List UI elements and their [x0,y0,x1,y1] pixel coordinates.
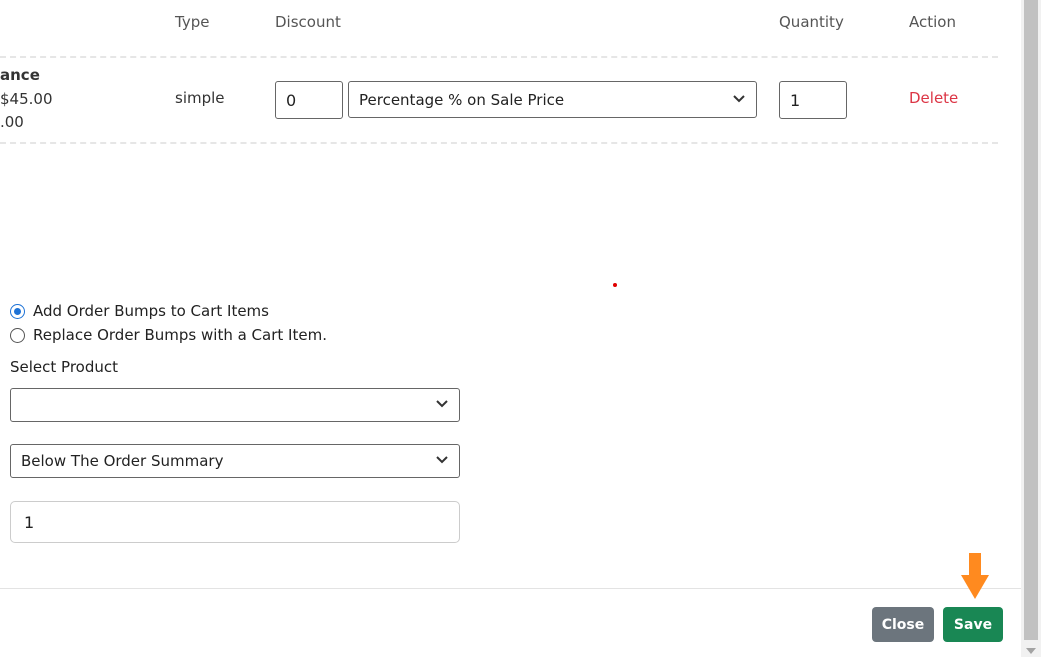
quantity-text: 1 [790,90,801,110]
select-product-label: Select Product [10,358,118,376]
radio-label-replace: Replace Order Bumps with a Cart Item. [33,326,327,344]
product-type: simple [175,89,225,107]
count-input-value: 1 [24,512,35,532]
radio-replace-order-bumps[interactable]: Replace Order Bumps with a Cart Item. [10,326,327,344]
vertical-scrollbar[interactable] [1021,0,1041,657]
position-select[interactable]: Below The Order Summary [10,444,460,478]
chevron-down-icon [436,456,448,464]
product-price: $45.00 [0,90,53,108]
scrollbar-thumb[interactable] [1024,0,1038,640]
scroll-down-icon[interactable] [1026,648,1036,654]
delete-link[interactable]: Delete [909,89,958,107]
chevron-down-icon [436,400,448,408]
product-price-secondary: .00 [0,113,24,131]
position-select-value: Below The Order Summary [21,452,224,470]
save-button[interactable]: Save [943,607,1003,642]
radio-add-order-bumps[interactable]: Add Order Bumps to Cart Items [10,302,269,320]
quantity-input[interactable]: 1 [779,81,847,119]
discount-value-input[interactable]: 0 [275,81,343,119]
header-action: Action [909,13,956,31]
radio-button-unchecked[interactable] [10,327,25,343]
count-input[interactable]: 1 [10,501,460,543]
discount-type-text: Percentage % on Sale Price [359,90,565,109]
select-product-dropdown[interactable] [10,388,460,422]
footer-divider [0,588,1021,589]
header-divider [0,56,998,58]
header-discount: Discount [275,13,341,31]
close-button[interactable]: Close [872,607,934,642]
radio-button-checked[interactable] [10,303,25,319]
discount-type-select[interactable]: Percentage % on Sale Price [348,81,757,118]
header-type: Type [175,13,210,31]
arrow-down-icon [961,553,989,599]
product-name: ance [0,66,40,84]
chevron-down-icon [733,94,745,102]
header-quantity: Quantity [779,13,844,31]
discount-value-text: 0 [286,90,297,110]
row-divider [0,142,998,144]
cursor-dot [613,283,617,287]
radio-label-add: Add Order Bumps to Cart Items [33,302,269,320]
